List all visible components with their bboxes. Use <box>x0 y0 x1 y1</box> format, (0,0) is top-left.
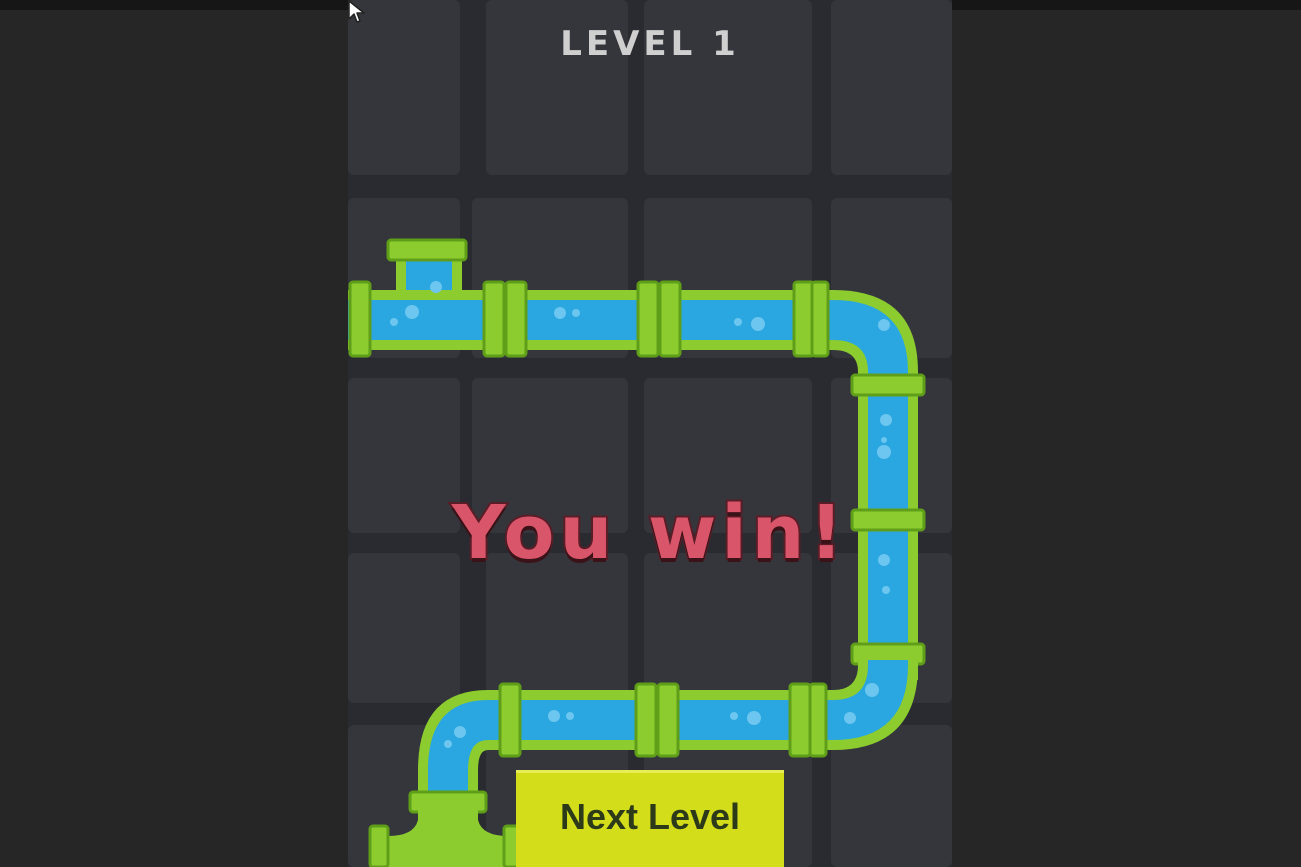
screen-frame: LEVEL 1 You win! Next Level <box>0 0 1301 867</box>
level-title: LEVEL 1 <box>560 24 740 64</box>
win-message: You win! <box>450 488 849 578</box>
pipe-board <box>348 0 952 867</box>
next-level-button[interactable]: Next Level <box>516 770 784 867</box>
mouse-pointer-icon <box>348 0 365 23</box>
game-board: LEVEL 1 You win! Next Level <box>348 0 952 867</box>
